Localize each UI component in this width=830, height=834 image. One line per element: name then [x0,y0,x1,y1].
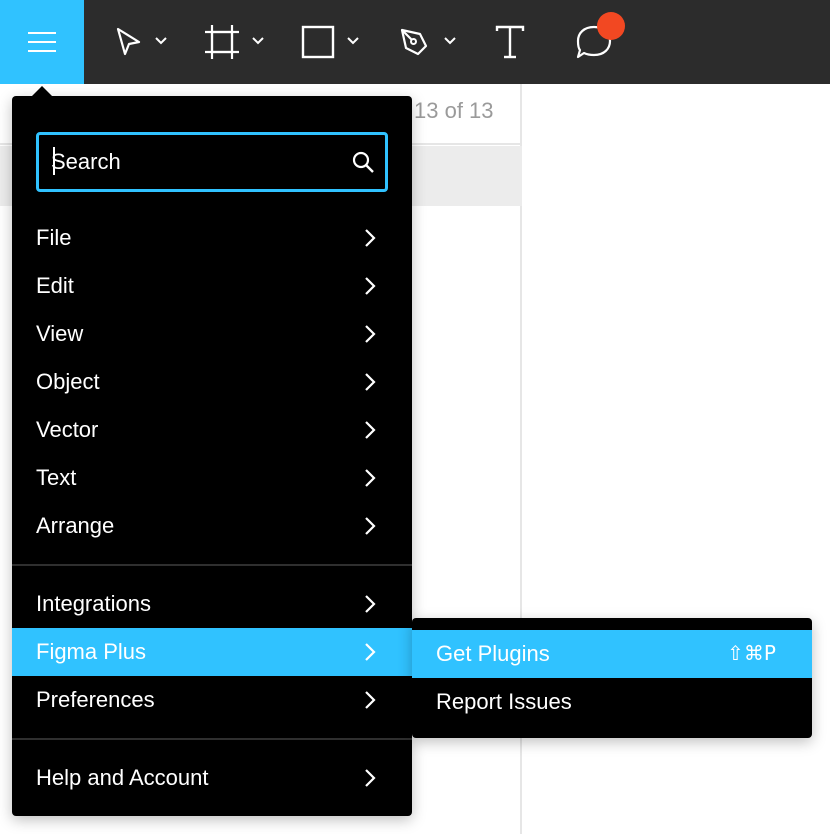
menu-item-text[interactable]: Text [12,454,412,502]
menu-divider [12,738,412,740]
submenu-item-label: Get Plugins [436,641,550,666]
pen-tool-icon [400,28,428,56]
search-icon [352,151,374,173]
chevron-right-icon [365,769,376,787]
menu-item-label: Arrange [36,513,115,538]
menu-item-view[interactable]: View [12,310,412,358]
keyboard-shortcut: ⇧⌘P [727,641,776,665]
menu-item-label: Figma Plus [36,639,147,664]
menu-divider [12,564,412,566]
menu-item-help-and-account[interactable]: Help and Account [12,754,412,802]
menu-item-label: View [36,321,84,346]
main-menu: File Edit View Object Vector Text Arrang… [12,96,412,816]
text-tool-icon [495,25,525,59]
chevron-right-icon [365,517,376,535]
chevron-right-icon [365,595,376,613]
menu-item-arrange[interactable]: Arrange [12,502,412,550]
chevron-right-icon [365,229,376,247]
menu-item-preferences[interactable]: Preferences [12,676,412,724]
menu-item-label: Object [36,369,100,394]
frame-tool-dropdown-chevron-icon[interactable] [251,36,265,46]
toolbar [0,0,830,84]
menu-item-label: File [36,225,72,250]
hamburger-icon [28,32,56,52]
pen-tool-dropdown-chevron-icon[interactable] [443,36,457,46]
menu-item-label: Preferences [36,687,155,712]
menu-item-label: Edit [36,273,74,298]
chevron-right-icon [365,691,376,709]
menu-search-input[interactable] [51,135,341,189]
chevron-right-icon [365,325,376,343]
chevron-right-icon [365,373,376,391]
chevron-right-icon [365,421,376,439]
submenu-item-report-issues[interactable]: Report Issues [412,678,812,726]
result-counter: 13 of 13 [414,98,494,123]
chevron-right-icon [365,277,376,295]
menu-item-label: Integrations [36,591,151,616]
menu-search-box[interactable] [36,132,388,192]
chevron-right-icon [365,643,376,661]
pen-tool-button[interactable] [394,0,434,84]
menu-item-figma-plus[interactable]: Figma Plus [12,628,412,676]
figma-plus-submenu: Get Plugins ⇧⌘P Report Issues [412,618,812,738]
menu-item-edit[interactable]: Edit [12,262,412,310]
menu-item-label: Vector [36,417,99,442]
notification-dot-icon [597,12,625,40]
submenu-item-get-plugins[interactable]: Get Plugins ⇧⌘P [412,630,812,678]
text-tool-button[interactable] [490,0,530,84]
frame-tool-icon [205,25,239,59]
rectangle-tool-button[interactable] [298,0,338,84]
menu-item-label: Help and Account [36,765,209,790]
move-tool-dropdown-chevron-icon[interactable] [154,36,168,46]
chevron-right-icon [365,469,376,487]
rectangle-tool-icon [301,25,335,59]
move-tool-icon [116,27,141,56]
menu-item-file[interactable]: File [12,214,412,262]
menu-item-vector[interactable]: Vector [12,406,412,454]
menu-item-integrations[interactable]: Integrations [12,580,412,628]
submenu-item-label: Report Issues [436,689,572,714]
main-menu-button[interactable] [0,0,84,84]
move-tool-button[interactable] [108,0,148,84]
rectangle-tool-dropdown-chevron-icon[interactable] [346,36,360,46]
frame-tool-button[interactable] [202,0,242,84]
menu-item-label: Text [36,465,77,490]
menu-item-object[interactable]: Object [12,358,412,406]
